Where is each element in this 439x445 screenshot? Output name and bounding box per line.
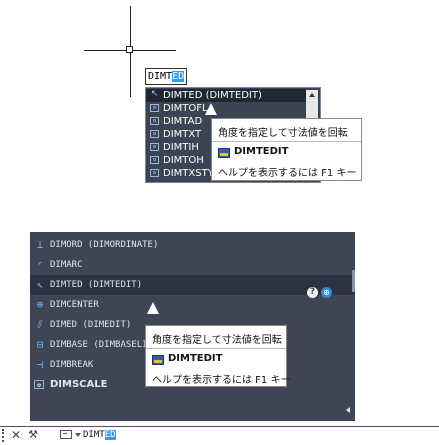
list-item[interactable]: ◜ DIMARC [30, 255, 355, 275]
tooltip-command-name: DIMTEDIT [234, 146, 289, 157]
tooltip-divider [212, 141, 361, 142]
command-input[interactable]: DIMTED [83, 428, 116, 442]
list-item-label: DIMTOH [163, 155, 204, 166]
help-icon[interactable]: ? [307, 287, 318, 298]
sysvar-icon: o [34, 380, 44, 389]
dimted-icon: ↖ [150, 89, 159, 99]
grip-handle[interactable] [2, 429, 7, 442]
sysvar-icon: o [150, 156, 159, 164]
sysvar-icon: o [150, 117, 159, 125]
command-prompt-icon[interactable] [60, 430, 72, 439]
tooltip-help-hint: ヘルプを表示するには F1 キー [152, 375, 291, 386]
tooltip-description: 角度を指定して寸法値を回転 [218, 128, 348, 139]
close-icon[interactable]: ✕ [10, 428, 22, 442]
sysvar-icon: o [150, 130, 159, 138]
dimord-icon: ⊥ [36, 238, 44, 251]
dimcenter-icon: ⊕ [36, 298, 44, 311]
list-item-label: DIMTED (DIMTEDIT) [50, 280, 143, 290]
crosshair-pickbox [126, 46, 133, 53]
command-input-text: DIMT [83, 430, 105, 440]
wrench-icon[interactable]: ⚒ [26, 428, 40, 442]
internet-search-icon[interactable]: ⊕ [321, 287, 332, 298]
list-item-label: DIMTED (DIMTEDIT) [163, 90, 262, 101]
dimbase-icon: ⊟ [36, 338, 44, 351]
dimbreak-icon: ⊣ [36, 358, 44, 371]
scroll-up-icon[interactable] [309, 93, 315, 97]
dimed-icon: ⫽ [37, 318, 43, 331]
tooltip-help-hint: ヘルプを表示するには F1 キー [218, 168, 357, 179]
command-tooltip-bottom: 角度を指定して寸法値を回転 DIMTEDIT ヘルプを表示するには F1 キー [145, 325, 291, 387]
dimarc-icon: ◜ [36, 258, 44, 271]
mouse-cursor-icon [205, 103, 217, 115]
list-item-label: DIMBREAK [50, 360, 94, 370]
command-input-selection: ED [104, 430, 116, 440]
sysvar-icon: o [150, 169, 159, 177]
list-item-label: DIMORD (DIMORDINATE) [50, 240, 159, 250]
list-item-label: DIMSCALE [50, 379, 108, 390]
scrollbar-thumb[interactable] [352, 270, 355, 292]
tooltip-command-name: DIMTEDIT [168, 353, 223, 364]
tooltip-divider [146, 348, 286, 349]
tooltip-description: 角度を指定して寸法値を回転 [152, 335, 282, 346]
list-item-label: DIMTAD [163, 116, 203, 127]
dynamic-input-field[interactable]: DIMTED [145, 68, 187, 85]
list-item-label: DIMARC [50, 260, 83, 270]
dimtedit-command-icon [152, 355, 164, 365]
list-item[interactable]: ⊥ DIMORD (DIMORDINATE) [30, 235, 355, 255]
list-item-label: DIMTXT [163, 129, 202, 140]
list-item-label: DIMTIH [163, 142, 199, 153]
mouse-cursor-icon [147, 302, 159, 314]
dimted-icon: ↖ [36, 278, 44, 291]
list-item[interactable]: o DIMTOFL [146, 102, 306, 115]
list-item-label: DIMTXSTY [163, 168, 214, 179]
list-item-label: DIMED (DIMEDIT) [50, 320, 132, 330]
chevron-down-icon[interactable] [75, 433, 81, 437]
dynamic-input-selection: ED [172, 71, 185, 82]
list-item-label: DIMTOFL [163, 103, 208, 114]
list-item[interactable]: ↖ DIMTED (DIMTEDIT) [146, 89, 306, 102]
dimtedit-command-icon [218, 148, 230, 158]
sysvar-icon: o [150, 104, 159, 112]
dynamic-input-text: DIMT [148, 71, 173, 82]
sysvar-icon: o [150, 143, 159, 151]
list-item[interactable]: ⊕ DIMCENTER [30, 295, 355, 315]
chevron-left-icon[interactable] [346, 407, 350, 413]
list-item-label: DIMCENTER [50, 300, 99, 310]
command-tooltip-top: 角度を指定して寸法値を回転 DIMTEDIT ヘルプを表示するには F1 キー [211, 118, 362, 181]
